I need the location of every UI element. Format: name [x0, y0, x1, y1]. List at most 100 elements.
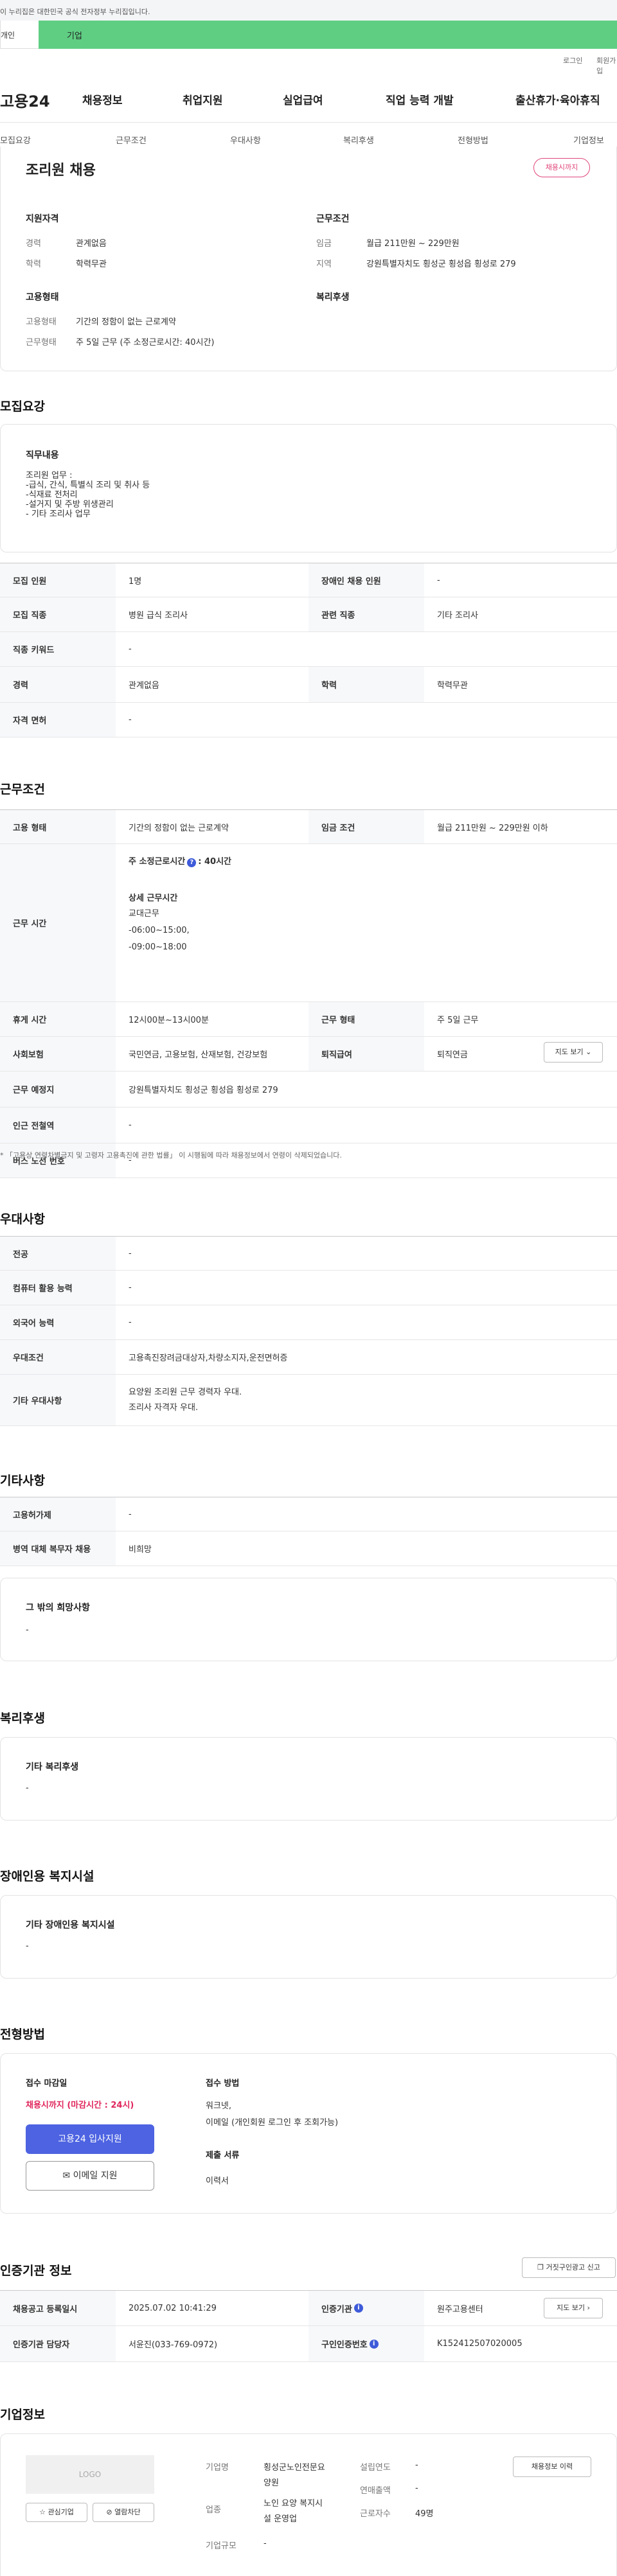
map-view-button[interactable]: 지도 보기 ⌄	[544, 1042, 603, 1063]
table-cell: -	[129, 1120, 132, 1130]
gov-notice-bar: 이 누리집은 대한민국 공식 전자정부 누리집입니다.	[0, 0, 617, 21]
email-apply-button[interactable]: ✉ 이메일 지원	[26, 2161, 154, 2191]
cert-no-label: 구인인증번호	[321, 2340, 368, 2350]
snb-preference[interactable]: 우대사항	[230, 134, 261, 146]
table-row: 전공 -	[0, 1236, 617, 1271]
table-row: 사회보험 국민연금, 고용보험, 산재보험, 건강보험 퇴직급여 퇴직연금	[0, 1037, 617, 1072]
gnb-item-training[interactable]: 직업 능력 개발	[386, 91, 454, 107]
scale-value: -	[264, 2539, 267, 2548]
detail-hours-line: 교대근무	[129, 909, 159, 919]
conditions-title: 근무조건	[316, 214, 350, 224]
table-header-cell: 퇴직급여	[308, 1037, 424, 1071]
info-icon[interactable]: i	[369, 2339, 379, 2349]
section-title-conditions: 근무조건	[0, 782, 45, 797]
table-cell: 기타 조리사	[437, 611, 478, 621]
employees-label: 근로자수	[360, 2509, 391, 2519]
login-link[interactable]: 로그인	[563, 55, 582, 66]
wage-label: 임금	[316, 239, 332, 249]
duty-line: -식재료 전처리	[26, 490, 78, 500]
table-cell: 비희망	[129, 1545, 152, 1555]
snb-welfare[interactable]: 복리후생	[343, 134, 374, 146]
tab-personal-label: 개인	[1, 31, 15, 40]
table-cell: 요양원 조리원 근무 경력자 우대. 조리사 자격자 우대.	[116, 1375, 617, 1425]
table-cell: 2025.07.02 10:41:29	[129, 2303, 217, 2313]
method-line: 워크넷,	[206, 2101, 232, 2111]
education-label: 학력	[26, 260, 41, 269]
table-cell: -	[129, 1509, 132, 1519]
cert-map-label: 지도 보기	[557, 2304, 586, 2312]
weekly-hours-value: : 40시간	[198, 857, 231, 867]
help-icon[interactable]: ?	[187, 858, 197, 867]
info-icon[interactable]: i	[353, 2304, 363, 2313]
report-label: 거짓구인광고 신고	[546, 2263, 600, 2272]
table-cell: -	[129, 1318, 132, 1327]
table-cell: -	[129, 1248, 132, 1258]
snb-conditions[interactable]: 근무조건	[116, 134, 147, 146]
favorite-company-button[interactable]: ☆ 관심기업	[26, 2503, 87, 2522]
sales-value: -	[415, 2483, 418, 2493]
block-label: 열람차단	[114, 2508, 141, 2516]
method-line: 이메일 (개인회원 로그인 후 조회가능)	[206, 2118, 339, 2128]
table-cell: 주 5일 근무	[437, 1016, 479, 1025]
block-view-button[interactable]: ⊘ 열람차단	[93, 2503, 154, 2522]
company-logo: LOGO	[26, 2455, 154, 2494]
table-header-cell: 자격 면허	[0, 703, 116, 737]
section-title-etc: 기타사항	[0, 1474, 45, 1488]
worktype-value: 주 5일 근무 (주 소정근로시간: 40시간)	[76, 338, 215, 348]
join-link[interactable]: 회원가입	[596, 55, 617, 76]
deadline-badge: 채용시까지	[533, 158, 590, 177]
false-ad-report-button[interactable]: ❐ 거짓구인광고 신고	[522, 2257, 616, 2278]
snb-recruit[interactable]: 모집요강	[0, 134, 31, 146]
table-header-cell: 인증기관 담당자	[0, 2326, 116, 2361]
pref-line: 요양원 조리원 근무 경력자 우대.	[129, 1387, 242, 1397]
table-cell: -	[437, 575, 440, 585]
welfare-item-title: 기타 복리후생	[26, 1762, 79, 1772]
table-cell: -	[129, 715, 132, 725]
table-header-cell: 우대조건	[0, 1340, 116, 1374]
company-name-value: 횡성군노인전문요 양원	[264, 2460, 325, 2491]
table-cell: 병원 급식 조리사	[129, 611, 188, 621]
table-row: 근무 예정지 강원특별자치도 횡성군 횡성읍 횡성로 279	[0, 1072, 617, 1107]
table-cell: -	[129, 1156, 132, 1165]
table-header-cell: 인증기관 i	[308, 2291, 424, 2325]
emptype-label: 고용형태	[26, 317, 57, 327]
founded-value: -	[415, 2460, 418, 2470]
user-type-tabs: 개인 기업	[0, 21, 617, 49]
duty-line: -설거지 및 주방 위생관리	[26, 500, 114, 509]
table-cell: 12시00분~13시00분	[129, 1016, 209, 1025]
section-title-company: 기업정보	[0, 2408, 45, 2422]
table-row: 고용 형태 기간의 정함이 없는 근로계약 임금 조건 월급 211만원 ~ 2…	[0, 809, 617, 844]
detail-hours-line: -06:00~15:00,	[129, 926, 190, 935]
job-history-button[interactable]: 채용정보 이력	[513, 2457, 591, 2477]
gnb-item-parental-leave[interactable]: 출산휴가·육아휴직	[515, 91, 600, 107]
table-row: 버스 노선 번호 -	[0, 1143, 617, 1178]
table-cell: 관계없음	[129, 681, 159, 691]
site-logo[interactable]: 고용24	[0, 89, 50, 111]
docs-title: 제출 서류	[206, 2151, 240, 2160]
table-header-cell: 직종 키워드	[0, 632, 116, 666]
disabled-card	[0, 1895, 617, 1979]
apply-button[interactable]: 고용24 입사지원	[26, 2124, 154, 2154]
tab-company[interactable]: 기업	[39, 21, 617, 49]
chevron-down-icon: ⌄	[586, 1048, 592, 1056]
cert-map-button[interactable]: 지도 보기 ›	[544, 2298, 603, 2318]
table-row: 직종 키워드 -	[0, 632, 617, 667]
region-value: 강원특별자치도 횡성군 횡성읍 횡성로 279	[366, 260, 516, 269]
org-label: 인증기관	[321, 2304, 352, 2315]
founded-label: 설립연도	[360, 2463, 391, 2473]
snb-company[interactable]: 기업정보	[573, 134, 604, 146]
weekly-hours: 주 소정근로시간?: 40시간	[129, 854, 231, 867]
gnb-item-employment-support[interactable]: 취업지원	[183, 91, 223, 107]
table-row: 휴게 시간 12시00분~13시00분 근무 형태 주 5일 근무	[0, 1002, 617, 1037]
table-cell: K152412507020005	[437, 2339, 523, 2349]
duty-content: 조리원 업무 : -급식, 간식, 특별식 조리 및 취사 등 -식재료 전처리…	[26, 471, 150, 519]
table-header-cell: 고용 형태	[0, 810, 116, 843]
table-header-cell: 인근 전철역	[0, 1107, 116, 1143]
table-header-cell: 사회보험	[0, 1037, 116, 1071]
gnb-item-jobs[interactable]: 채용정보	[82, 91, 123, 107]
duty-line: 조리원 업무 :	[26, 471, 73, 481]
gnb-item-unemployment-benefit[interactable]: 실업급여	[283, 91, 323, 107]
emptype-value: 기간의 정함이 없는 근로계약	[76, 317, 176, 327]
snb-process[interactable]: 전형방법	[458, 134, 488, 146]
sales-label: 연매출액	[360, 2486, 391, 2496]
